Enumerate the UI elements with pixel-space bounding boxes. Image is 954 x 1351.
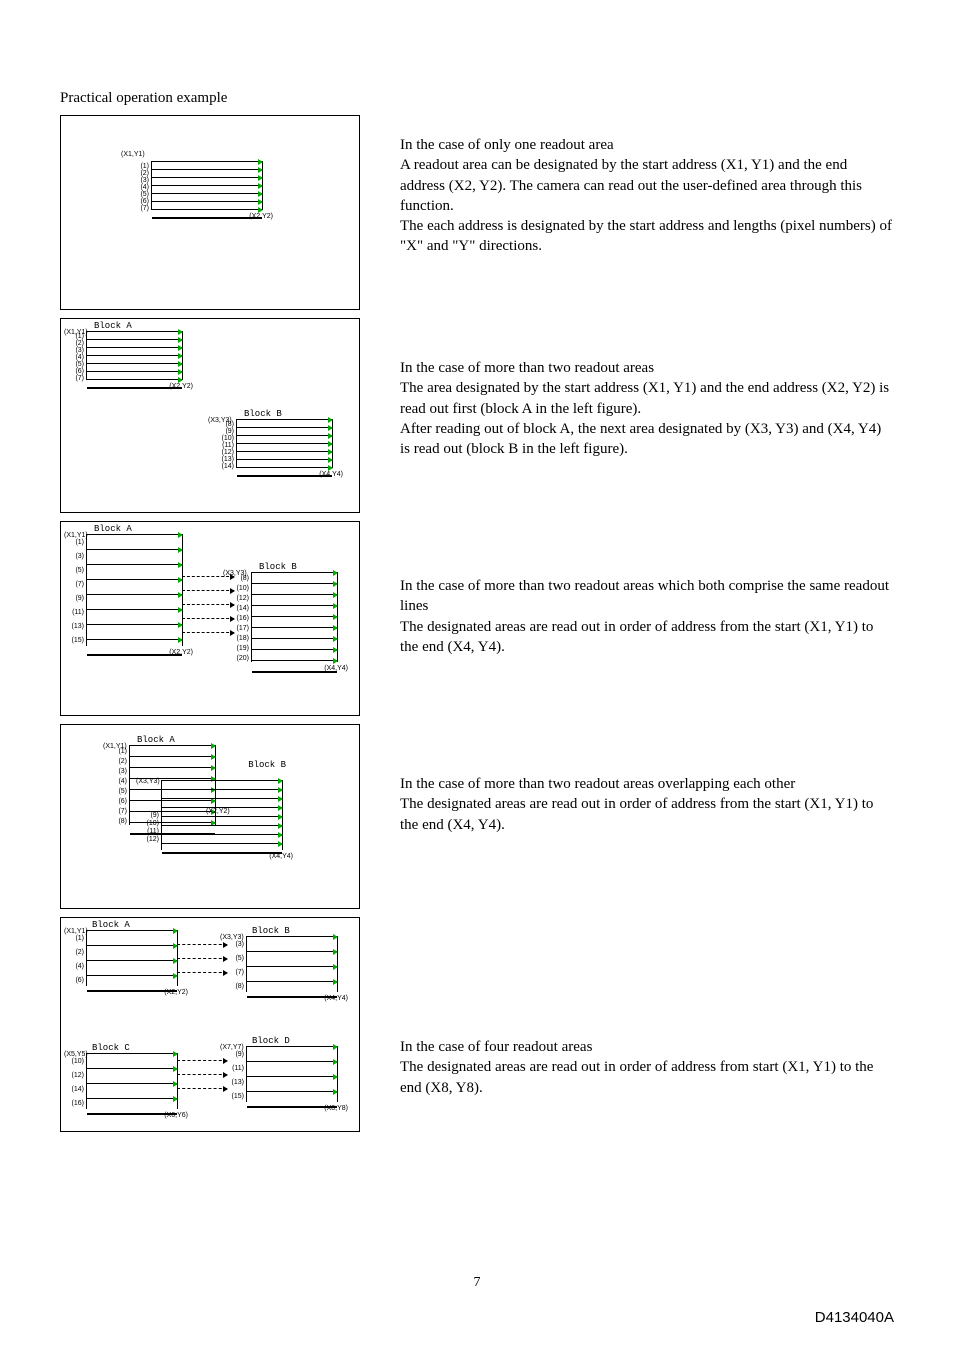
block-label: Block D [252,1036,290,1046]
row-labels: (9)(11)(13)(15) [228,1048,244,1104]
coord-label: (X2,Y2) [249,213,273,220]
example-row-2: (X1,Y1) Block A (1)(2)(3)(4)(5)(6)(7) [60,318,894,513]
row-labels: (1)(2)(3)(4)(5)(6)(7)(8) [111,747,127,827]
document-code: D4134040A [815,1309,894,1326]
row-labels: (1)(2)(3)(4)(5)(6)(7) [133,163,149,212]
row-labels: (8)(10)(12)(14)(16)(17)(18)(19)(20) [233,574,249,664]
row-labels: (9)(10)(11)(12) [143,812,159,844]
coord-label: (X8,Y8) [324,1105,348,1112]
coord-label: (X4,Y4) [324,995,348,1002]
figure-4: (X1,Y1) Block A (1)(2)(3)(4)(5)(6)(7)(8) [60,724,360,909]
block-label: Block B [244,409,282,419]
block-label: Block C [92,1043,130,1053]
figure-1: (X1,Y1) (1)(2)(3)(4)(5)(6)(7) [60,115,360,310]
description-1: In the case of only one readout area A r… [400,115,894,257]
row-labels: (1)(3)(5)(7)(9)(11)(13)(15) [68,536,84,648]
description-2: In the case of more than two readout are… [400,318,894,459]
figure-5: (X1,Y1) Block A (1)(2)(4)(6) (X2,Y2) [60,917,360,1132]
coord-label: (X4,Y4) [269,853,293,860]
example-row-3: (X1,Y1) Block A (1)(3)(5)(7)(9)(11)(13)(… [60,521,894,716]
description-3: In the case of more than two readout are… [400,521,894,657]
coord-label: (X4,Y4) [324,665,348,672]
row-labels: (1)(2)(4)(6) [68,932,84,988]
coord-label: (X6,Y6) [164,1112,188,1119]
section-heading: Practical operation example [60,90,894,107]
block-label: Block A [94,321,132,331]
example-row-4: (X1,Y1) Block A (1)(2)(3)(4)(5)(6)(7)(8) [60,724,894,909]
description-5: In the case of four readout areas The de… [400,917,894,1098]
block-label: Block A [94,524,132,534]
example-row-5: (X1,Y1) Block A (1)(2)(4)(6) (X2,Y2) [60,917,894,1132]
coord-label: (X1,Y1) [121,151,145,158]
row-labels: (8)(9)(10)(11)(12)(13)(14) [218,421,234,470]
row-labels: (1)(2)(3)(4)(5)(6)(7) [68,333,84,382]
block-label: Block B [252,926,290,936]
coord-label: (X2,Y2) [164,989,188,996]
figure-3: (X1,Y1) Block A (1)(3)(5)(7)(9)(11)(13)(… [60,521,360,716]
coord-label: (X4,Y4) [319,471,343,478]
example-row-1: (X1,Y1) (1)(2)(3)(4)(5)(6)(7) [60,115,894,310]
coord-label: (X2,Y2) [169,649,193,656]
coord-label: (X2,Y2) [169,383,193,390]
block-label: Block A [92,920,130,930]
block-label: Block B [259,562,297,572]
coord-label: (X3,Y3) [136,778,160,785]
description-4: In the case of more than two readout are… [400,724,894,835]
figure-2: (X1,Y1) Block A (1)(2)(3)(4)(5)(6)(7) [60,318,360,513]
page-number: 7 [0,1275,954,1291]
row-labels: (3)(5)(7)(8) [228,938,244,994]
coord-label: (X2,Y2) [206,808,230,815]
row-labels: (10)(12)(14)(16) [68,1055,84,1111]
block-label: Block B [248,760,286,770]
block-label: Block A [137,735,175,745]
